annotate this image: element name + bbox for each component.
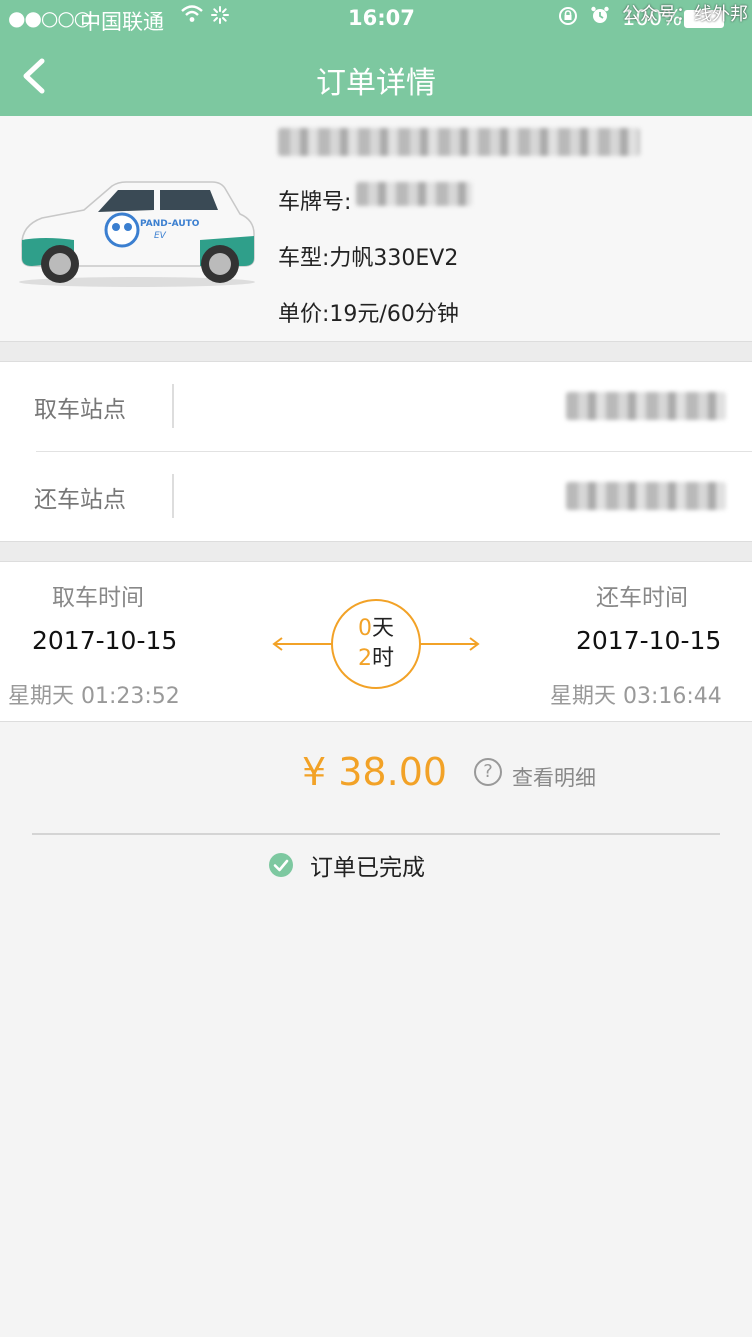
section-divider — [0, 342, 752, 362]
top-bar: ●●○○○ 中国联通 16:07 100% 公众号：线外邦 订单详情 — [0, 0, 752, 116]
days-unit: 天 — [371, 616, 394, 641]
pickup-date: 2017-10-15 — [32, 626, 178, 655]
status-time: 16:07 — [348, 6, 415, 30]
car-info-card: PAND-AUTO EV 车牌号: 车型:力帆330EV2 单价:19元/60分… — [0, 116, 752, 342]
carrier-name: 中国联通 — [80, 10, 164, 34]
status-bar: ●●○○○ 中国联通 16:07 100% 公众号：线外邦 — [0, 0, 752, 38]
car-name-redacted — [278, 128, 640, 156]
signal-strength: ●●○○○ — [8, 6, 91, 30]
rotation-lock-icon — [558, 6, 578, 31]
vertical-divider — [172, 474, 174, 518]
duration-days: 0 — [357, 616, 372, 641]
rental-times-panel: 取车时间 2017-10-15 星期天 01:23:52 0天 2时 还车时间 … — [0, 562, 752, 722]
plate-label: 车牌号: — [278, 190, 352, 215]
stations-panel: 取车站点 还车站点 — [0, 362, 752, 542]
watermark-text: 公众号：线外邦 — [622, 4, 748, 25]
pickup-station-redacted — [566, 392, 726, 420]
car-model: 车型:力帆330EV2 — [278, 246, 459, 271]
alarm-icon — [590, 5, 610, 30]
return-station-row[interactable]: 还车站点 — [0, 452, 752, 542]
question-circle-icon[interactable]: ? — [474, 758, 502, 786]
return-station-label: 还车站点 — [34, 487, 126, 513]
return-station-redacted — [566, 482, 726, 510]
plate-number-redacted — [356, 182, 472, 206]
return-time-label: 还车时间 — [596, 585, 688, 611]
pickup-station-label: 取车站点 — [34, 397, 126, 423]
total-amount: ¥ 38.00 — [302, 750, 448, 794]
duration-badge: 0天 2时 — [270, 596, 482, 692]
pickup-station-row[interactable]: 取车站点 — [0, 362, 752, 452]
order-status-text: 订单已完成 — [310, 855, 425, 881]
car-image: PAND-AUTO EV — [19, 181, 255, 287]
check-circle-icon — [269, 853, 293, 877]
wifi-icon — [180, 4, 204, 29]
duration-text: 0天 2时 — [332, 614, 420, 674]
pickup-weekday-time: 星期天 01:23:52 — [8, 684, 180, 709]
view-details-link[interactable]: 查看明细 — [512, 762, 596, 792]
svg-text:PAND-AUTO: PAND-AUTO — [140, 219, 200, 229]
return-date: 2017-10-15 — [576, 626, 722, 655]
duration-hours: 2 — [357, 646, 372, 671]
loading-icon — [210, 5, 230, 30]
pickup-time-label: 取车时间 — [52, 585, 144, 611]
svg-text:EV: EV — [154, 231, 167, 241]
payment-row: ¥ 38.00 ? 查看明细 — [0, 750, 752, 810]
hours-unit: 时 — [371, 646, 394, 671]
page-title: 订单详情 — [316, 66, 436, 101]
section-divider — [0, 542, 752, 562]
order-status: 订单已完成 — [0, 846, 752, 886]
return-weekday-time: 星期天 03:16:44 — [550, 684, 722, 709]
vertical-divider — [172, 384, 174, 428]
unit-price: 单价:19元/60分钟 — [278, 302, 459, 327]
payment-divider — [32, 833, 720, 835]
